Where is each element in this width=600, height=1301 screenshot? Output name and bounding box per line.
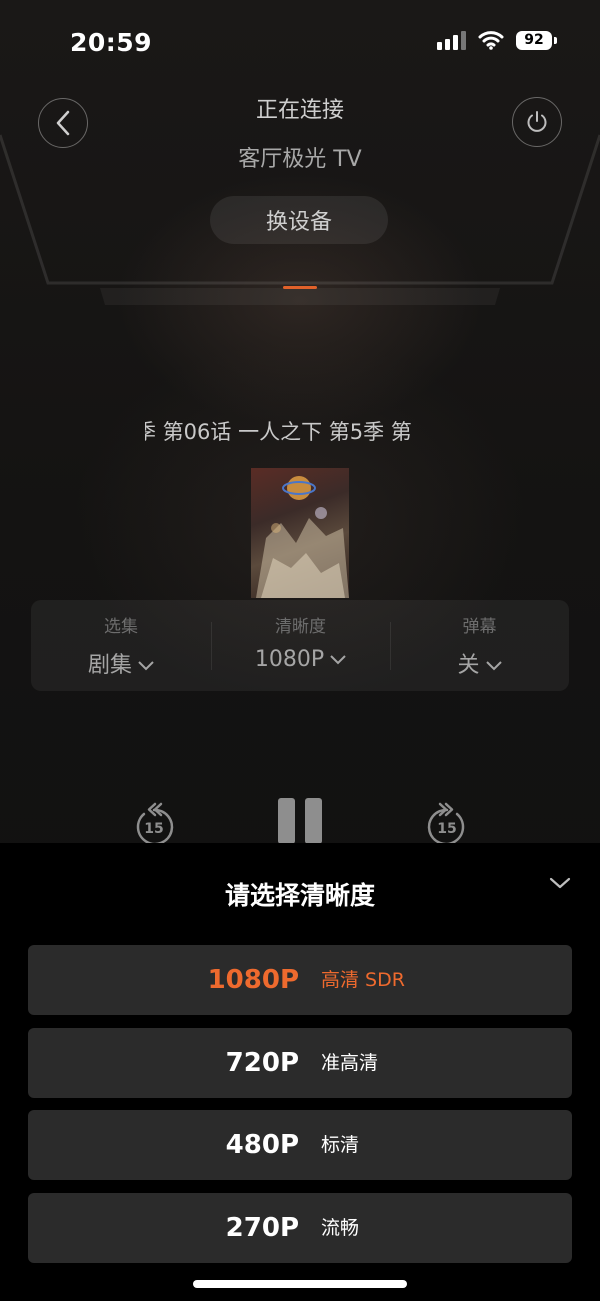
playback-settings-panel: 选集 剧集 清晰度 1080P 弹幕 关	[31, 600, 569, 691]
option-resolution: 1080P	[207, 965, 299, 995]
chevron-down-icon	[138, 661, 154, 671]
quality-bottom-sheet: 请选择清晰度 1080P 高清 SDR 720P 准高清 480P 标清 270…	[0, 843, 600, 1301]
switch-device-button[interactable]: 换设备	[210, 196, 388, 244]
episodes-selector[interactable]: 选集 剧集	[31, 600, 211, 691]
option-description: 标清	[321, 1134, 360, 1156]
poster-artwork	[256, 476, 349, 598]
power-button[interactable]	[512, 97, 562, 147]
home-indicator[interactable]	[193, 1280, 407, 1288]
option-description: 准高清	[321, 1052, 379, 1074]
quality-option-1080p[interactable]: 1080P 高清 SDR	[28, 945, 572, 1015]
cellular-signal-icon	[437, 30, 466, 50]
option-resolution: 480P	[225, 1130, 299, 1160]
collapse-sheet-button[interactable]	[544, 871, 576, 895]
status-time: 20:59	[70, 28, 153, 57]
forward-icon: 15	[427, 802, 465, 846]
status-icons: 92	[437, 30, 557, 50]
option-resolution: 720P	[225, 1048, 299, 1078]
quality-value: 1080P	[254, 647, 325, 672]
wifi-icon	[478, 31, 504, 50]
video-poster	[251, 468, 349, 598]
quality-selector[interactable]: 清晰度 1080P	[211, 600, 390, 691]
option-description: 流畅	[321, 1217, 360, 1239]
pause-button[interactable]	[276, 798, 324, 844]
episodes-value-row: 剧集	[31, 647, 211, 679]
pause-bar-left	[278, 798, 295, 844]
episode-title-text: 季 第06话 一人之下 第5季 第	[145, 420, 412, 444]
forward-seconds: 15	[437, 821, 456, 837]
tv-indicator-light	[283, 286, 317, 289]
quality-option-480p[interactable]: 480P 标清	[28, 1110, 572, 1180]
danmaku-value-row: 关	[390, 647, 569, 679]
device-name: 客厅极光 TV	[238, 147, 362, 172]
quality-option-270p[interactable]: 270P 流畅	[28, 1193, 572, 1263]
connection-status: 正在连接	[255, 98, 344, 123]
danmaku-label: 弹幕	[462, 617, 497, 637]
episodes-value: 剧集	[87, 653, 132, 678]
episode-title-marquee: 季 第06话 一人之下 第5季 第	[145, 416, 447, 446]
rewind-seconds: 15	[144, 821, 163, 837]
rewind-icon: 15	[136, 802, 174, 846]
chevron-down-icon	[549, 877, 571, 889]
sheet-title: 请选择清晰度	[224, 881, 375, 910]
forward-15-button[interactable]: 15	[426, 800, 468, 848]
power-icon	[527, 111, 547, 132]
battery-icon: 92	[516, 30, 557, 50]
rewind-15-button[interactable]: 15	[133, 800, 175, 848]
danmaku-value: 关	[457, 653, 480, 678]
option-resolution: 270P	[225, 1213, 299, 1243]
episodes-label: 选集	[104, 617, 138, 637]
chevron-down-icon	[485, 661, 502, 671]
chevron-down-icon	[330, 655, 346, 665]
quality-value-row: 1080P	[211, 647, 390, 672]
option-description: 高清 SDR	[321, 969, 405, 991]
danmaku-selector[interactable]: 弹幕 关	[390, 600, 569, 691]
quality-option-720p[interactable]: 720P 准高清	[28, 1028, 572, 1098]
pause-bar-right	[305, 798, 322, 844]
quality-label: 清晰度	[275, 617, 326, 637]
